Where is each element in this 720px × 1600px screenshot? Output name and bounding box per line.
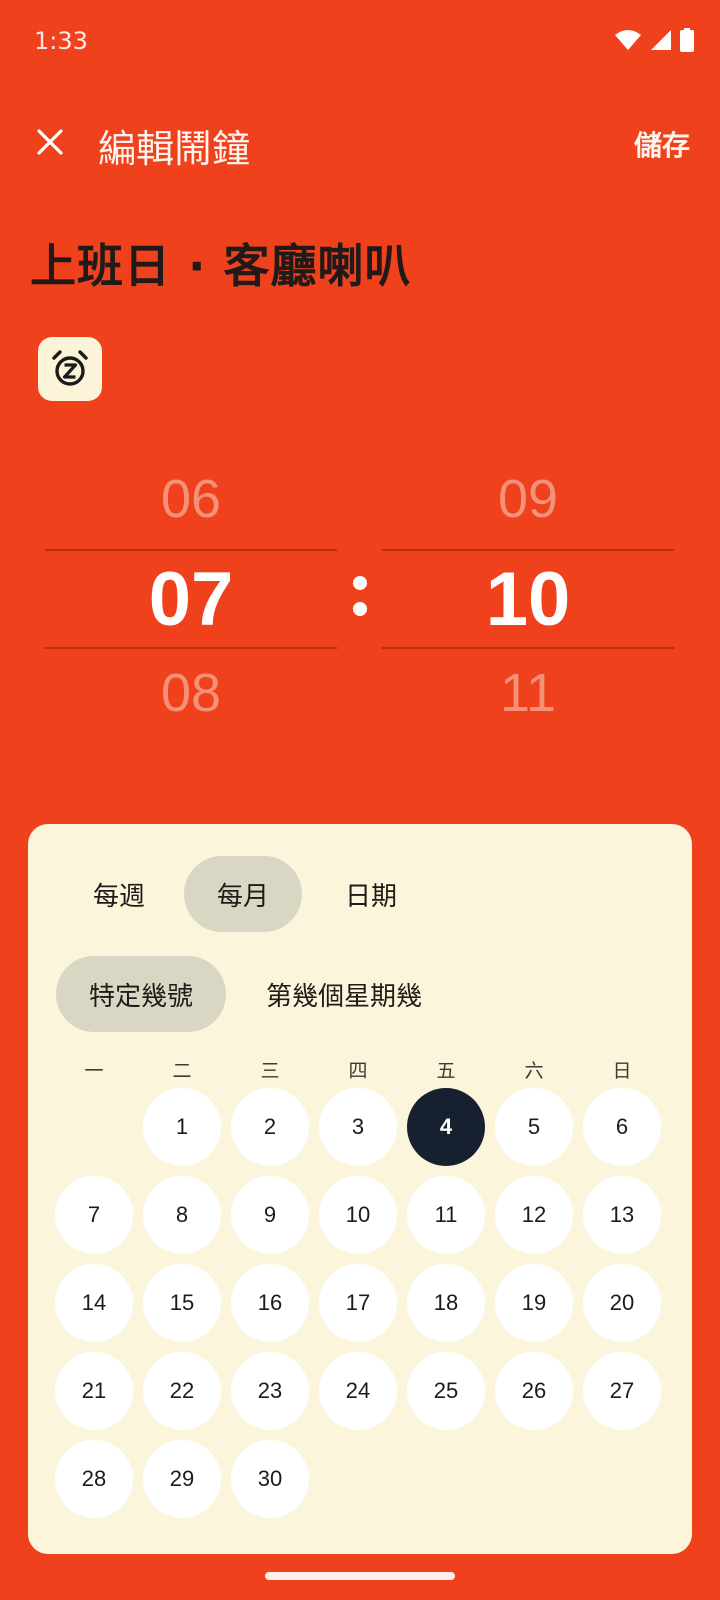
day-of-month-8[interactable]: 8 <box>143 1176 221 1254</box>
day-of-month-29[interactable]: 29 <box>143 1440 221 1518</box>
tab-specific-day-of-month[interactable]: 特定幾號 <box>56 956 226 1032</box>
snooze-alarm-button[interactable] <box>38 337 102 401</box>
divider <box>382 549 674 551</box>
day-of-month-7[interactable]: 7 <box>55 1176 133 1254</box>
divider <box>45 647 337 649</box>
day-of-month-22[interactable]: 22 <box>143 1352 221 1430</box>
hour-previous[interactable]: 06 <box>45 468 337 530</box>
weekday-label: 一 <box>84 1060 104 1082</box>
divider <box>382 647 674 649</box>
minute-current[interactable]: 10 <box>382 556 674 643</box>
day-of-month-28[interactable]: 28 <box>55 1440 133 1518</box>
minute-previous[interactable]: 09 <box>382 468 674 530</box>
day-of-month-4[interactable]: 4 <box>407 1088 485 1166</box>
day-of-month-9[interactable]: 9 <box>231 1176 309 1254</box>
weekday-label: 日 <box>612 1060 632 1082</box>
weekday-label: 二 <box>172 1060 192 1082</box>
day-of-month-2[interactable]: 2 <box>231 1088 309 1166</box>
hour-current[interactable]: 07 <box>45 556 337 643</box>
day-of-month-26[interactable]: 26 <box>495 1352 573 1430</box>
page-title: 編輯鬧鐘 <box>98 127 251 171</box>
weekday-label: 六 <box>524 1060 544 1082</box>
close-button[interactable] <box>28 120 72 164</box>
day-of-month-25[interactable]: 25 <box>407 1352 485 1430</box>
status-time: 1:33 <box>34 27 88 55</box>
home-indicator[interactable] <box>265 1572 455 1580</box>
tab-date[interactable]: 日期 <box>312 856 430 932</box>
day-of-month-3[interactable]: 3 <box>319 1088 397 1166</box>
weekday-label: 四 <box>348 1060 368 1082</box>
day-of-month-14[interactable]: 14 <box>55 1264 133 1342</box>
status-bar: 1:33 <box>0 0 720 86</box>
day-of-month-13[interactable]: 13 <box>583 1176 661 1254</box>
day-of-month-15[interactable]: 15 <box>143 1264 221 1342</box>
day-of-month-12[interactable]: 12 <box>495 1176 573 1254</box>
day-of-month-17[interactable]: 17 <box>319 1264 397 1342</box>
day-of-month-20[interactable]: 20 <box>583 1264 661 1342</box>
day-of-month-21[interactable]: 21 <box>55 1352 133 1430</box>
alarm-snooze-icon <box>52 350 88 386</box>
day-of-month-19[interactable]: 19 <box>495 1264 573 1342</box>
minute-next[interactable]: 11 <box>382 662 674 724</box>
time-separator <box>349 566 371 626</box>
day-of-month-27[interactable]: 27 <box>583 1352 661 1430</box>
alarm-name[interactable]: 上班日 · 客廳喇叭 <box>30 230 412 296</box>
day-of-month-24[interactable]: 24 <box>319 1352 397 1430</box>
hour-next[interactable]: 08 <box>45 662 337 724</box>
status-icons <box>614 28 694 52</box>
day-of-month-10[interactable]: 10 <box>319 1176 397 1254</box>
day-of-month-5[interactable]: 5 <box>495 1088 573 1166</box>
repeat-settings-card: 每週 每月 日期 特定幾號 第幾個星期幾 一二三四五六日 1 2 3 4 5 6 7 8 9 10… <box>28 824 692 1554</box>
day-of-month-16[interactable]: 16 <box>231 1264 309 1342</box>
close-icon <box>37 129 63 155</box>
weekday-label: 五 <box>436 1060 456 1082</box>
day-of-month-30[interactable]: 30 <box>231 1440 309 1518</box>
battery-icon <box>680 28 694 52</box>
cellular-signal-icon <box>651 30 671 50</box>
day-of-month-18[interactable]: 18 <box>407 1264 485 1342</box>
tab-monthly[interactable]: 每月 <box>184 856 302 932</box>
wifi-icon <box>615 30 641 50</box>
tab-nth-weekday[interactable]: 第幾個星期幾 <box>244 956 444 1032</box>
day-of-month-11[interactable]: 11 <box>407 1176 485 1254</box>
tab-weekly[interactable]: 每週 <box>60 856 178 932</box>
day-of-month-6[interactable]: 6 <box>583 1088 661 1166</box>
day-of-month-1[interactable]: 1 <box>143 1088 221 1166</box>
divider <box>45 549 337 551</box>
day-of-month-23[interactable]: 23 <box>231 1352 309 1430</box>
top-app-bar: 編輯鬧鐘 儲存 <box>0 100 720 186</box>
weekday-label: 三 <box>260 1060 280 1082</box>
save-button[interactable]: 儲存 <box>634 124 690 164</box>
